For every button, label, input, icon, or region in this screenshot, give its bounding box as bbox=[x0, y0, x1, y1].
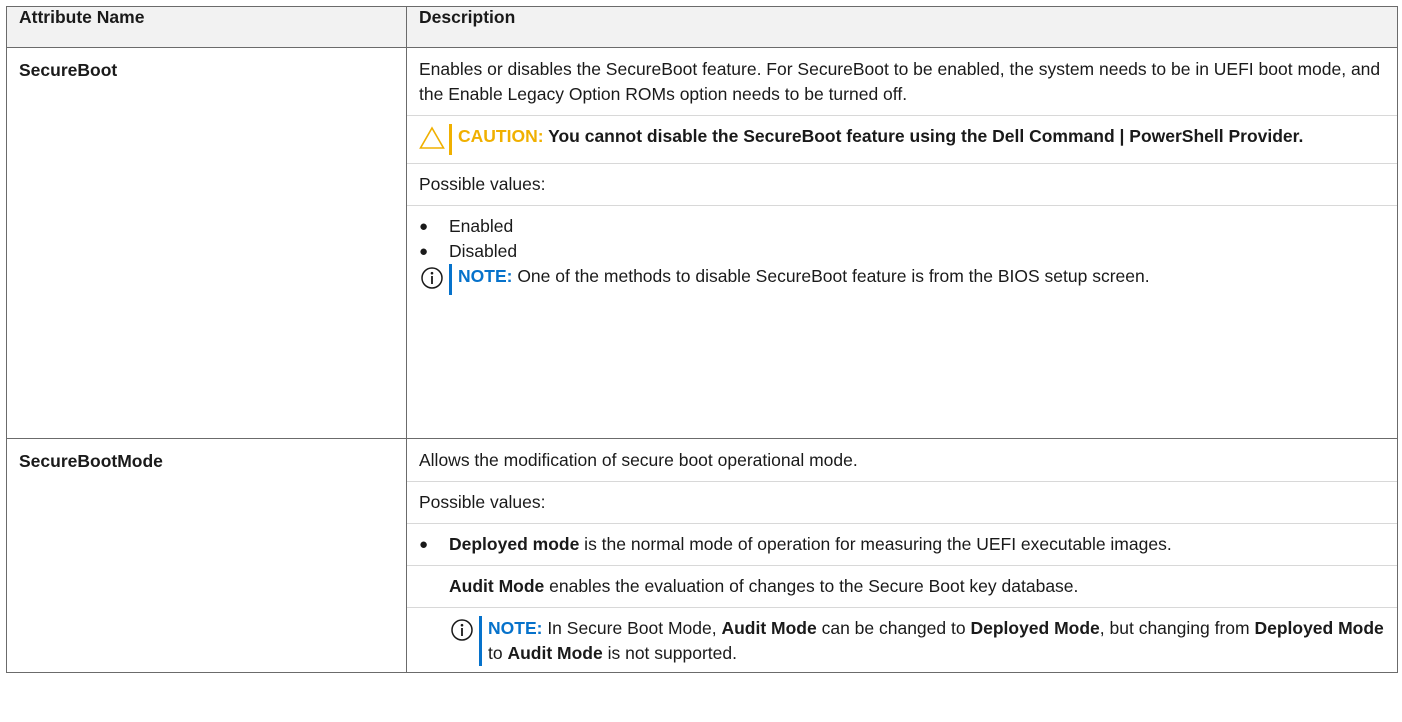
note-body: NOTE: In Secure Boot Mode, Audit Mode ca… bbox=[479, 616, 1385, 666]
values-list: ● Enabled ● Disabled bbox=[419, 214, 1385, 264]
caution-triangle-icon bbox=[419, 124, 449, 155]
divider bbox=[407, 115, 1397, 116]
attribute-table: Attribute Name Description SecureBoot En… bbox=[6, 6, 1398, 673]
header-attribute-name: Attribute Name bbox=[6, 6, 407, 48]
divider bbox=[407, 481, 1397, 482]
table-header-row: Attribute Name Description bbox=[6, 6, 1398, 48]
note-block: NOTE: In Secure Boot Mode, Audit Mode ca… bbox=[419, 616, 1385, 666]
deployed-mode-term: Deployed mode bbox=[449, 534, 580, 554]
value-disabled: Disabled bbox=[449, 241, 518, 261]
audit-mode-paragraph: Audit Mode enables the evaluation of cha… bbox=[419, 574, 1385, 599]
note-body: NOTE: One of the methods to disable Secu… bbox=[449, 264, 1150, 295]
table-row: SecureBootMode Allows the modification o… bbox=[6, 438, 1398, 673]
caution-block: CAUTION: You cannot disable the SecureBo… bbox=[419, 124, 1385, 155]
attribute-name: SecureBootMode bbox=[6, 438, 407, 673]
table-row: SecureBoot Enables or disables the Secur… bbox=[6, 47, 1398, 439]
list-item: ● Enabled bbox=[419, 216, 514, 236]
deployed-mode-text: is the normal mode of operation for meas… bbox=[579, 534, 1172, 554]
list-item: ● Disabled bbox=[419, 241, 518, 261]
divider bbox=[407, 205, 1397, 206]
info-circle-icon bbox=[449, 616, 479, 666]
possible-values-label: Possible values: bbox=[419, 492, 546, 512]
divider bbox=[407, 163, 1397, 164]
divider bbox=[407, 607, 1397, 608]
description-text: Enables or disables the SecureBoot featu… bbox=[419, 59, 1381, 104]
audit-mode-term: Audit Mode bbox=[449, 576, 545, 596]
info-circle-icon bbox=[419, 264, 449, 295]
note-text: One of the methods to disable SecureBoot… bbox=[512, 266, 1150, 286]
divider bbox=[407, 565, 1397, 566]
description-text: Allows the modification of secure boot o… bbox=[419, 450, 858, 470]
attribute-name: SecureBoot bbox=[6, 47, 407, 439]
attribute-description: Allows the modification of secure boot o… bbox=[406, 438, 1398, 673]
caution-label: CAUTION: bbox=[458, 126, 544, 146]
list-item: ● Deployed mode is the normal mode of ope… bbox=[419, 534, 1172, 554]
value-enabled: Enabled bbox=[449, 216, 514, 236]
attribute-description: Enables or disables the SecureBoot featu… bbox=[406, 47, 1398, 439]
note-label: NOTE: bbox=[458, 266, 513, 286]
possible-values-label: Possible values: bbox=[419, 174, 546, 194]
divider bbox=[407, 523, 1397, 524]
caution-body: CAUTION: You cannot disable the SecureBo… bbox=[449, 124, 1303, 155]
note-label: NOTE: bbox=[488, 618, 543, 638]
audit-mode-text: enables the evaluation of changes to the… bbox=[544, 576, 1079, 596]
note-block: NOTE: One of the methods to disable Secu… bbox=[419, 264, 1385, 295]
values-list: ● Deployed mode is the normal mode of ope… bbox=[419, 532, 1385, 557]
header-description: Description bbox=[406, 6, 1398, 48]
caution-text: You cannot disable the SecureBoot featur… bbox=[543, 126, 1304, 146]
